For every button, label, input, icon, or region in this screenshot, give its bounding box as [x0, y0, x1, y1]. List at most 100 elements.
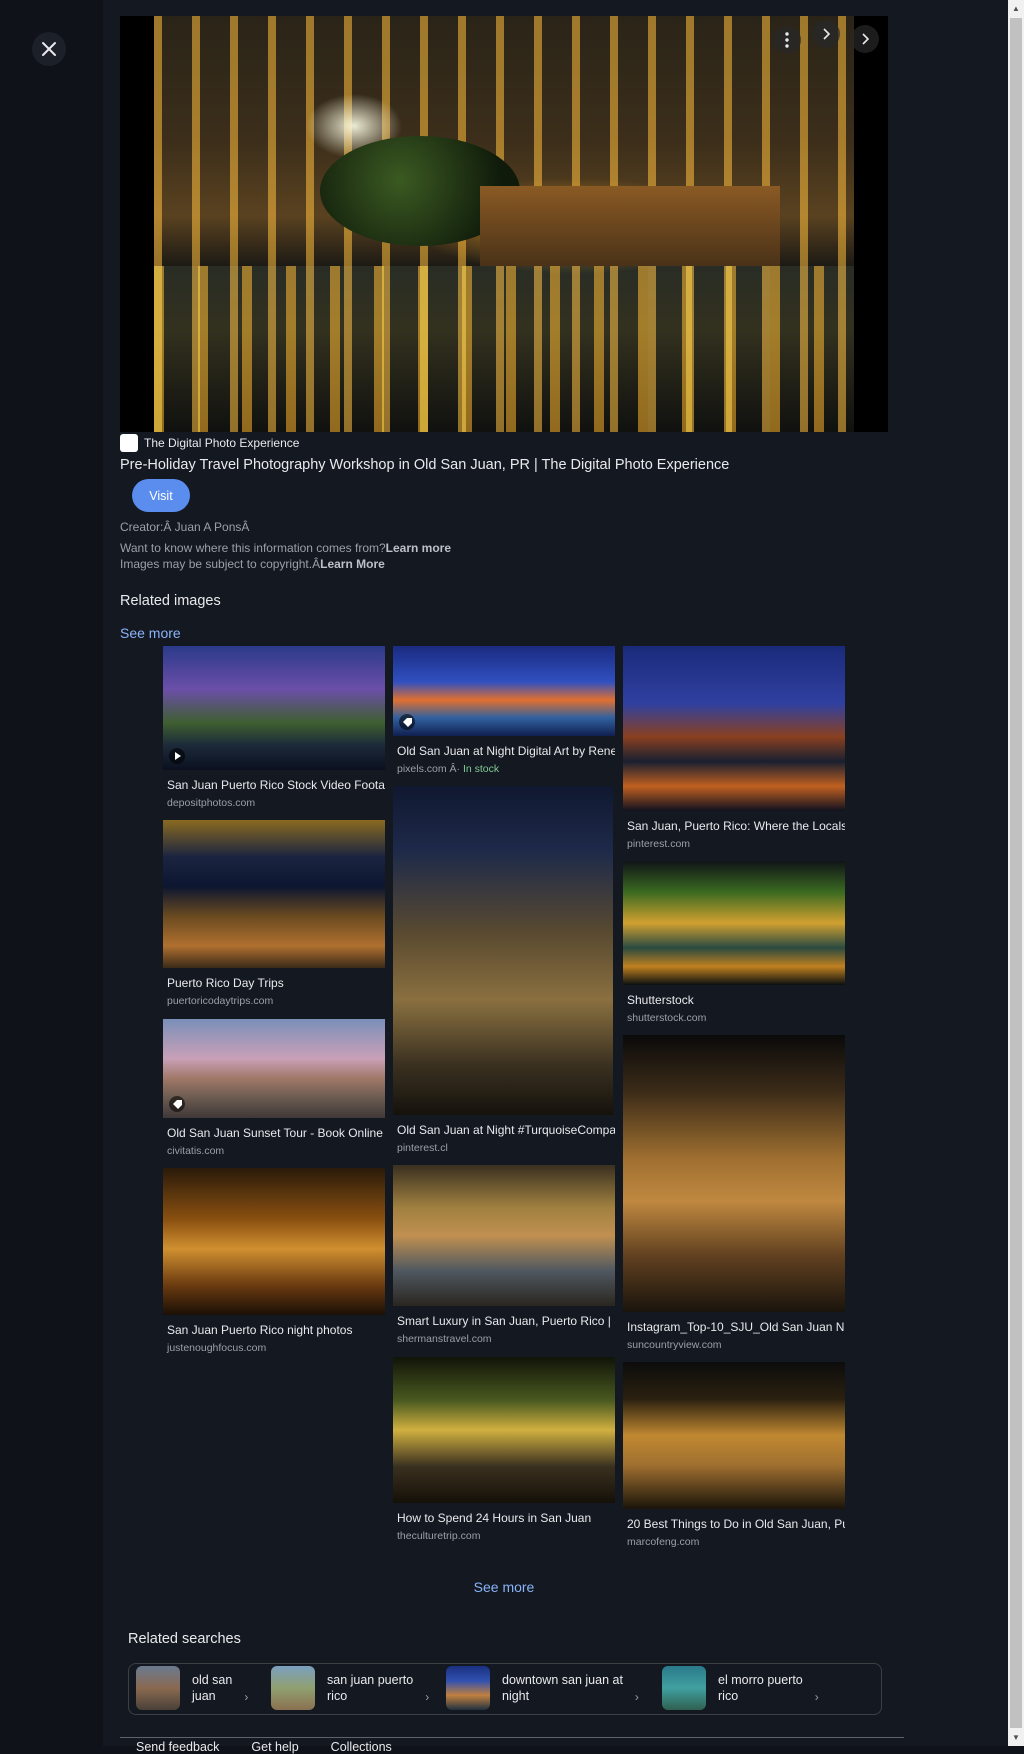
learn-more-link[interactable]: Learn more [386, 541, 451, 555]
chevron-right-icon: › [634, 1690, 639, 1704]
chip-thumb [446, 1666, 490, 1710]
see-more-label[interactable]: See more [474, 1579, 535, 1595]
more-options-button[interactable] [773, 26, 801, 54]
related-title: San Juan Puerto Rico Stock Video Footage [167, 778, 385, 792]
related-search-chip[interactable]: san juan puerto rico › [271, 1663, 429, 1713]
chevron-right-icon: › [814, 1690, 819, 1704]
see-more-link-top[interactable]: See more [120, 625, 181, 641]
chip-label-line: san juan puerto [327, 1673, 414, 1687]
chip-label: old san juan [192, 1672, 232, 1704]
collections-link[interactable]: Collections [331, 1738, 392, 1754]
related-source: pinterest.com [627, 838, 691, 850]
chip-label-line: rico [718, 1689, 739, 1703]
see-more-link-bottom[interactable]: See more [0, 1579, 1008, 1595]
share-button[interactable] [812, 20, 840, 48]
info-source-row: Want to know where this information come… [120, 541, 451, 555]
next-image-button[interactable] [851, 25, 879, 53]
related-image-card[interactable]: Old San Juan Sunset Tour - Book Online c… [163, 1019, 385, 1157]
scroll-thumb[interactable] [1010, 18, 1022, 1728]
source-row[interactable]: The Digital Photo Experience [120, 434, 299, 452]
photo-fort [480, 186, 780, 266]
related-title: Puerto Rico Day Trips [167, 976, 284, 990]
copyright-row: Images may be subject to copyright.ÂLear… [120, 557, 385, 571]
related-image-card[interactable]: San Juan Puerto Rico Stock Video Footage… [163, 646, 385, 809]
chevron-right-icon: › [244, 1690, 249, 1704]
related-source: puertoricodaytrips.com [167, 995, 274, 1007]
related-image-card[interactable]: San Juan, Puerto Rico: Where the Locals … [623, 646, 845, 850]
related-title: 20 Best Things to Do in Old San Juan, Pu… [627, 1517, 845, 1531]
related-thumb [623, 861, 845, 985]
info-question: Want to know where this information come… [120, 541, 386, 555]
chip-label: downtown san juan at night [502, 1672, 623, 1704]
related-search-chip[interactable]: el morro puerto rico › [662, 1663, 819, 1713]
related-image-card[interactable]: 20 Best Things to Do in Old San Juan, Pu… [623, 1362, 845, 1548]
related-source: suncountryview.com [627, 1339, 722, 1351]
related-image-card[interactable]: Old San Juan at Night Digital Art by Ren… [393, 646, 615, 775]
related-thumb [163, 1168, 385, 1315]
chip-label-line: night [502, 1689, 530, 1703]
related-thumb [163, 820, 385, 968]
related-image-card[interactable]: Shutterstock shutterstock.com [623, 861, 845, 1024]
play-icon [169, 748, 185, 764]
related-title: San Juan, Puerto Rico: Where the Locals … [627, 819, 845, 833]
scroll-up-icon[interactable]: ▲ [1008, 0, 1024, 17]
visit-button[interactable]: Visit [132, 479, 190, 512]
related-title: Smart Luxury in San Juan, Puerto Rico | … [397, 1314, 615, 1328]
main-image[interactable] [120, 16, 888, 432]
related-source: pinterest.cl [397, 1142, 448, 1154]
related-source: shutterstock.com [627, 1012, 707, 1024]
related-search-chip[interactable]: downtown san juan at night › [446, 1663, 639, 1713]
chip-thumb [136, 1666, 180, 1710]
related-thumb [163, 1019, 385, 1118]
related-title: San Juan Puerto Rico night photos [167, 1323, 353, 1337]
related-image-card[interactable]: San Juan Puerto Rico night photos justen… [163, 1168, 385, 1354]
related-image-card[interactable]: How to Spend 24 Hours in San Juan thecul… [393, 1357, 615, 1542]
close-button[interactable] [32, 32, 66, 66]
related-source: civitatis.com [167, 1145, 225, 1157]
site-name: The Digital Photo Experience [144, 436, 300, 450]
related-thumb [393, 1165, 615, 1306]
related-source: theculturetrip.com [397, 1530, 481, 1542]
tag-icon [399, 714, 415, 730]
tag-icon [169, 1096, 185, 1112]
chip-label-line: juan [192, 1689, 216, 1703]
related-image-card[interactable]: Puerto Rico Day Trips puertoricodaytrips… [163, 820, 385, 1007]
related-thumb [393, 1357, 615, 1503]
related-title: How to Spend 24 Hours in San Juan [397, 1511, 592, 1525]
related-source: justenoughfocus.com [167, 1342, 267, 1354]
chip-label: el morro puerto rico [718, 1672, 803, 1704]
related-title: Shutterstock [627, 993, 694, 1007]
related-thumb [623, 646, 845, 811]
chevron-right-icon [823, 28, 831, 40]
chip-label-line: rico [327, 1689, 348, 1703]
related-source: shermanstravel.com [397, 1333, 492, 1345]
image-title[interactable]: Pre-Holiday Travel Photography Workshop … [120, 457, 729, 473]
related-images-heading: Related images [120, 593, 221, 609]
chip-thumb [271, 1666, 315, 1710]
chip-label: san juan puerto rico [327, 1672, 413, 1704]
related-title: Old San Juan Sunset Tour - Book Online [167, 1126, 383, 1140]
chip-label-line: old san [192, 1673, 233, 1687]
related-searches-heading: Related searches [128, 1631, 241, 1647]
related-image-card[interactable]: Smart Luxury in San Juan, Puerto Rico | … [393, 1165, 615, 1345]
vertical-scrollbar[interactable]: ▲ ▼ [1008, 0, 1024, 1746]
related-search-chip[interactable]: old san juan › [136, 1663, 248, 1713]
related-thumb [163, 646, 385, 770]
related-image-card[interactable]: Old San Juan at Night #TurquoiseCompass … [393, 786, 615, 1154]
send-feedback-link[interactable]: Send feedback [136, 1738, 219, 1754]
get-help-link[interactable]: Get help [251, 1738, 298, 1754]
related-image-card[interactable]: Instagram_Top-10_SJU_Old San Juan Night … [623, 1035, 845, 1351]
chip-thumb [662, 1666, 706, 1710]
related-title: Old San Juan at Night #TurquoiseCompass [397, 1123, 615, 1137]
site-favicon [120, 434, 138, 452]
related-thumb [393, 646, 615, 736]
related-thumb [623, 1362, 845, 1509]
scroll-down-icon[interactable]: ▼ [1008, 1729, 1024, 1746]
copyright-learn-more-link[interactable]: Learn More [320, 557, 385, 571]
chip-label-line: el morro puerto [718, 1673, 803, 1687]
related-source: marcofeng.com [627, 1536, 700, 1548]
photo-water-reflections [154, 266, 854, 432]
creator-text: Creator:Â Juan A PonsÂ [120, 520, 250, 534]
related-title: Instagram_Top-10_SJU_Old San Juan Night [627, 1320, 845, 1334]
related-thumb [623, 1035, 845, 1312]
